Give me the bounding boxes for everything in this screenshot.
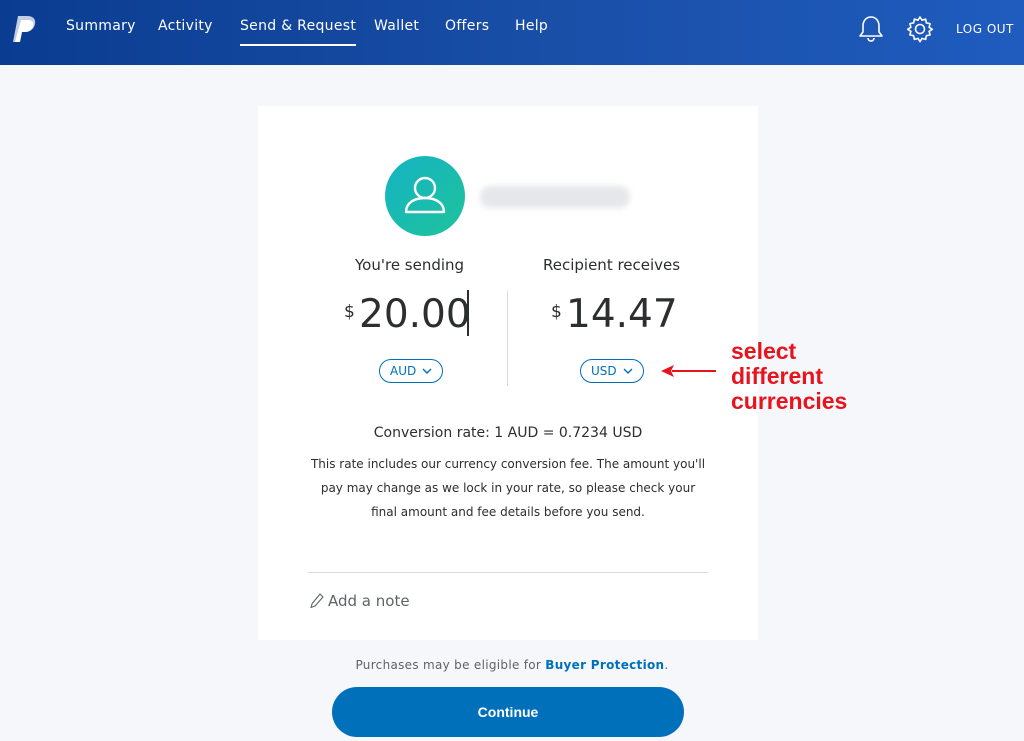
- bell-icon[interactable]: [857, 14, 885, 44]
- receiving-currency-symbol: $: [551, 302, 562, 322]
- nav-help[interactable]: Help: [515, 18, 548, 34]
- add-note-field[interactable]: Add a note: [310, 592, 410, 610]
- receiving-amount-input[interactable]: 14.47: [566, 292, 678, 337]
- chevron-down-icon: [422, 368, 432, 374]
- nav-summary[interactable]: Summary: [66, 18, 136, 34]
- top-nav: Summary Activity Send & Request Wallet O…: [0, 0, 1024, 65]
- chevron-down-icon: [623, 368, 633, 374]
- continue-button[interactable]: Continue: [332, 687, 684, 737]
- receiving-currency-code: USD: [591, 364, 617, 378]
- nav-wallet[interactable]: Wallet: [374, 18, 419, 34]
- nav-offers[interactable]: Offers: [445, 18, 489, 34]
- buyer-protection-note: Purchases may be eligible for Buyer Prot…: [0, 658, 1024, 672]
- receiving-currency-select[interactable]: USD: [580, 359, 644, 383]
- user-icon: [404, 176, 446, 214]
- conversion-rate: Conversion rate: 1 AUD = 0.7234 USD: [373, 425, 643, 441]
- nav-activity[interactable]: Activity: [158, 18, 213, 34]
- recipient-avatar: [385, 156, 465, 236]
- pencil-icon: [310, 593, 324, 609]
- note-divider: [308, 572, 708, 573]
- sending-currency-symbol: $: [344, 302, 355, 322]
- fee-note: This rate includes our currency conversi…: [310, 457, 706, 519]
- sending-label: You're sending: [355, 256, 465, 274]
- annotation-arrow: [661, 365, 716, 377]
- annotation-text: select different currencies: [731, 339, 847, 414]
- column-divider: [507, 291, 508, 386]
- annotation-line: different: [731, 363, 823, 389]
- buyer-protection-prefix: Purchases may be eligible for: [355, 658, 546, 672]
- buyer-protection-link[interactable]: Buyer Protection: [545, 658, 664, 672]
- annotation-line: currencies: [731, 388, 848, 414]
- sending-currency-code: AUD: [390, 364, 417, 378]
- nav-send-request[interactable]: Send & Request: [240, 18, 357, 46]
- logout-button[interactable]: LOG OUT: [956, 22, 1014, 36]
- add-note-label: Add a note: [328, 592, 410, 610]
- text-cursor: [467, 290, 469, 336]
- paypal-logo[interactable]: [12, 14, 38, 44]
- buyer-protection-suffix: .: [664, 658, 669, 672]
- sending-amount-input[interactable]: 20.00: [359, 292, 471, 337]
- gear-icon[interactable]: [905, 14, 934, 44]
- recipient-name-blurred: [480, 186, 630, 208]
- receiving-label: Recipient receives: [543, 256, 681, 274]
- annotation-line: select: [731, 338, 797, 364]
- sending-currency-select[interactable]: AUD: [379, 359, 444, 383]
